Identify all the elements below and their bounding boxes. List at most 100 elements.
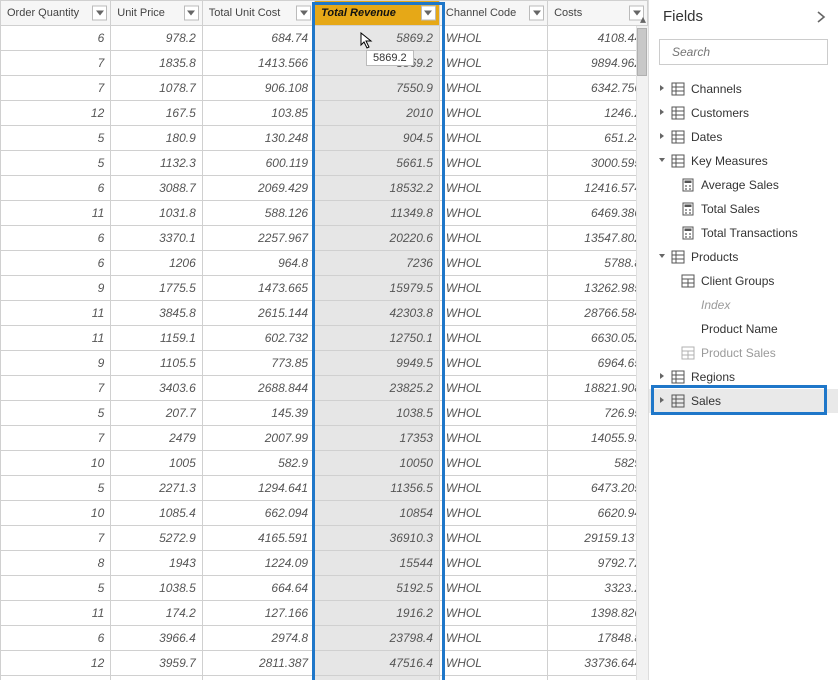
cell-price[interactable]: 1943 (111, 551, 203, 576)
cell-qty[interactable]: 5 (1, 401, 111, 426)
cell-qty[interactable]: 6 (1, 251, 111, 276)
scrollbar-thumb[interactable] (637, 28, 647, 76)
cell-qty[interactable]: 6 (1, 626, 111, 651)
column-header-price[interactable]: Unit Price (111, 1, 203, 26)
column-header-qty[interactable]: Order Quantity (1, 1, 111, 26)
column-header-chan[interactable]: Channel Code (439, 1, 547, 26)
table-row[interactable]: 52271.31294.64111356.5WHOL6473.205 (1, 476, 648, 501)
cell-costs[interactable]: 6469.386 (548, 201, 648, 226)
cell-cost[interactable]: 2974.8 (202, 626, 314, 651)
cell-cost[interactable]: 964.8 (202, 251, 314, 276)
cell-price[interactable]: 3959.7 (111, 651, 203, 676)
cell-costs[interactable]: 6620.94 (548, 501, 648, 526)
cell-costs[interactable]: 6630.052 (548, 326, 648, 351)
cell-cost[interactable]: 1294.641 (202, 476, 314, 501)
cell-rev[interactable]: 7236 (315, 251, 440, 276)
table-row[interactable]: 75272.94165.59136910.3WHOL29159.137 (1, 526, 648, 551)
cell-chan[interactable]: WHOL (439, 126, 547, 151)
cell-cost[interactable]: 664.64 (202, 576, 314, 601)
table-row[interactable]: 101005582.910050WHOL5829 (1, 451, 648, 476)
chevron-down-icon[interactable] (657, 156, 667, 166)
cell-cost[interactable]: 805.675 (202, 676, 314, 680)
tree-item-product-sales[interactable]: Product Sales (649, 341, 838, 365)
cell-rev[interactable]: 11356.5 (315, 476, 440, 501)
cell-cost[interactable]: 773.85 (202, 351, 314, 376)
table-row[interactable]: 123959.72811.38747516.4WHOL33736.644 (1, 651, 648, 676)
cell-qty[interactable]: 10 (1, 451, 111, 476)
cell-cost[interactable]: 600.119 (202, 151, 314, 176)
table-row[interactable]: 73403.62688.84423825.2WHOL18821.908 (1, 376, 648, 401)
tree-table-dates[interactable]: Dates (649, 125, 838, 149)
cell-price[interactable]: 3403.6 (111, 376, 203, 401)
fields-search-input[interactable] (672, 45, 829, 59)
cell-price[interactable]: 1038.5 (111, 576, 203, 601)
cell-costs[interactable]: 9894.962 (548, 51, 648, 76)
tree-item-client-groups[interactable]: Client Groups (649, 269, 838, 293)
table-row[interactable]: 91105.5773.859949.5WHOL6964.65 (1, 351, 648, 376)
cell-qty[interactable]: 8 (1, 551, 111, 576)
cell-cost[interactable]: 2688.844 (202, 376, 314, 401)
cell-qty[interactable]: 7 (1, 51, 111, 76)
filter-dropdown-icon[interactable] (296, 6, 311, 21)
cell-rev[interactable]: 15544 (315, 551, 440, 576)
cell-chan[interactable]: WHOL (439, 226, 547, 251)
table-row[interactable]: 819431224.0915544WHOL9792.72 (1, 551, 648, 576)
table-row[interactable]: 5180.9130.248904.5WHOL651.24 (1, 126, 648, 151)
cell-cost[interactable]: 1473.665 (202, 276, 314, 301)
cell-rev[interactable]: 1916.2 (315, 601, 440, 626)
cell-chan[interactable]: WHOL (439, 376, 547, 401)
cell-rev[interactable]: 7550.9 (315, 76, 440, 101)
cell-qty[interactable]: 12 (1, 101, 111, 126)
tree-table-sales[interactable]: Sales (649, 389, 838, 413)
cell-rev[interactable]: 15979.5 (315, 276, 440, 301)
cell-chan[interactable]: WHOL (439, 276, 547, 301)
cell-costs[interactable]: 14055.93 (548, 426, 648, 451)
cell-price[interactable]: 3088.7 (111, 176, 203, 201)
cell-chan[interactable]: WHOL (439, 326, 547, 351)
tree-item-product-name[interactable]: Product Name (649, 317, 838, 341)
table-row[interactable]: 6978.2684.745869.2WHOL4108.44 (1, 26, 648, 51)
tree-table-key-measures[interactable]: Key Measures (649, 149, 838, 173)
cell-rev[interactable]: 904.5 (315, 126, 440, 151)
cell-chan[interactable]: WHOL (439, 576, 547, 601)
cell-chan[interactable]: WHOL (439, 51, 547, 76)
cell-qty[interactable]: 5 (1, 126, 111, 151)
cell-cost[interactable]: 1413.566 (202, 51, 314, 76)
cell-cost[interactable]: 588.126 (202, 201, 314, 226)
tree-item-average-sales[interactable]: Average Sales (649, 173, 838, 197)
filter-dropdown-icon[interactable] (421, 6, 436, 21)
table-row[interactable]: 51038.5664.645192.5WHOL3323.2 (1, 576, 648, 601)
cell-chan[interactable]: WHOL (439, 476, 547, 501)
cell-costs[interactable]: 6964.65 (548, 351, 648, 376)
chevron-right-icon[interactable] (657, 108, 667, 118)
cell-chan[interactable]: WHOL (439, 151, 547, 176)
cell-costs[interactable]: 18821.908 (548, 376, 648, 401)
cell-costs[interactable]: 1246.2 (548, 101, 648, 126)
cell-qty[interactable]: 7 (1, 526, 111, 551)
table-row[interactable]: 61206964.87236WHOL5788.8 (1, 251, 648, 276)
cell-price[interactable]: 180.9 (111, 126, 203, 151)
table-row[interactable]: 51132.3600.1195661.5WHOL3000.595 (1, 151, 648, 176)
cell-chan[interactable]: WHOL (439, 301, 547, 326)
cell-price[interactable]: 3370.1 (111, 226, 203, 251)
cell-costs[interactable]: 651.24 (548, 126, 648, 151)
cell-price[interactable]: 1239.5 (111, 676, 203, 680)
cell-chan[interactable]: WHOL (439, 251, 547, 276)
cell-rev[interactable]: 10050 (315, 451, 440, 476)
cell-qty[interactable]: 5 (1, 151, 111, 176)
cell-qty[interactable]: 5 (1, 476, 111, 501)
tree-item-total-sales[interactable]: Total Sales (649, 197, 838, 221)
table-row[interactable]: 724792007.9917353WHOL14055.93 (1, 426, 648, 451)
chevron-right-icon[interactable] (657, 396, 667, 406)
cell-rev[interactable]: 42303.8 (315, 301, 440, 326)
cell-costs[interactable]: 5788.8 (548, 251, 648, 276)
cell-rev[interactable]: 17353 (315, 426, 440, 451)
table-row[interactable]: 63966.42974.823798.4WHOL17848.8 (1, 626, 648, 651)
table-row[interactable]: 111031.8588.12611349.8WHOL6469.386 (1, 201, 648, 226)
cell-chan[interactable]: WHOL (439, 526, 547, 551)
tree-item-index[interactable]: Index (649, 293, 838, 317)
tree-table-products[interactable]: Products (649, 245, 838, 269)
cell-price[interactable]: 207.7 (111, 401, 203, 426)
cell-cost[interactable]: 4165.591 (202, 526, 314, 551)
cell-qty[interactable]: 11 (1, 601, 111, 626)
